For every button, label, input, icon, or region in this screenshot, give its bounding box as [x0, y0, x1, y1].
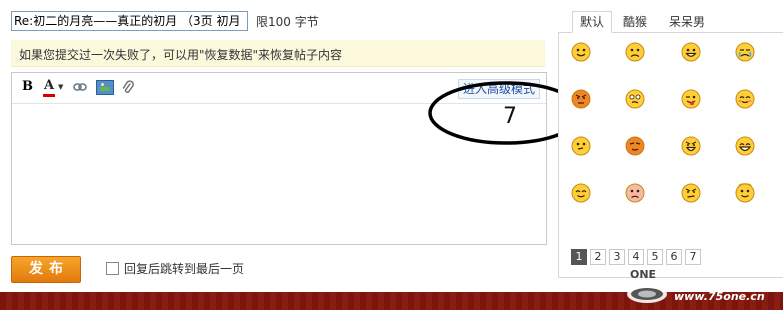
page-6[interactable]: 6	[666, 249, 682, 265]
jump-to-last-page-label[interactable]: 回复后跳转到最后一页	[124, 260, 244, 277]
tab-default[interactable]: 默认	[572, 11, 612, 33]
tab-daidainan[interactable]: 呆呆男	[662, 12, 712, 32]
font-color-swatch	[43, 94, 55, 97]
annotation-number: 7	[503, 104, 517, 129]
yell-icon[interactable]	[681, 136, 701, 156]
frown-icon[interactable]	[625, 42, 645, 62]
grin-icon[interactable]	[681, 42, 701, 62]
squint-icon[interactable]	[625, 136, 645, 156]
font-color-icon: A	[44, 78, 55, 93]
page-1[interactable]: 1	[571, 249, 587, 265]
emoji-panel: 默认 酷猴 呆呆男 1 2 3 4 5 6 7	[558, 10, 783, 278]
page-5[interactable]: 5	[647, 249, 663, 265]
tab-cool-monkey[interactable]: 酷猴	[618, 12, 652, 32]
subject-limit-note: 限100 字节	[256, 15, 319, 29]
link-button[interactable]	[73, 81, 87, 95]
restore-tip: 如果您提交过一次失败了，可以用"恢复数据"来恢复帖子内容	[11, 40, 545, 67]
page-3[interactable]: 3	[609, 249, 625, 265]
restore-tip-text: 如果您提交过一次失败了，可以用"恢复数据"来恢复帖子内容	[19, 48, 343, 62]
confused-icon[interactable]	[625, 89, 645, 109]
emoji-tabs: 默认 酷猴 呆呆男	[558, 10, 783, 33]
blush-icon[interactable]	[735, 89, 755, 109]
jump-to-last-page-checkbox[interactable]	[106, 262, 119, 275]
halo-icon[interactable]	[735, 183, 755, 203]
page-2[interactable]: 2	[590, 249, 606, 265]
attachment-button[interactable]	[122, 80, 134, 94]
subject-input[interactable]: Re:初二的月亮——真正的初月 （3页 初月	[11, 11, 248, 31]
chevron-down-icon: ▼	[58, 83, 64, 91]
paperclip-icon	[122, 80, 134, 93]
content-icon[interactable]	[571, 183, 591, 203]
thinking-icon[interactable]	[571, 136, 591, 156]
image-button[interactable]	[96, 80, 114, 95]
watermark-logo-text: ONE	[630, 268, 656, 281]
crying-icon[interactable]	[735, 42, 755, 62]
sad-icon[interactable]	[625, 183, 645, 203]
emoji-grid: 1 2 3 4 5 6 7	[558, 33, 783, 278]
link-icon	[73, 83, 87, 91]
smile-icon[interactable]	[571, 42, 591, 62]
bold-button[interactable]: B	[22, 79, 33, 94]
laugh-icon[interactable]	[735, 136, 755, 156]
watermark-logo: ONE	[627, 268, 667, 303]
watermark-text: www.75one.cn	[674, 290, 765, 303]
page-4[interactable]: 4	[628, 249, 644, 265]
font-color-button[interactable]: A ▼	[42, 78, 64, 97]
angry-icon[interactable]	[571, 89, 591, 109]
mad-icon[interactable]	[681, 183, 701, 203]
page-7[interactable]: 7	[685, 249, 701, 265]
tongue-icon[interactable]	[681, 89, 701, 109]
publish-button[interactable]: 发布	[11, 256, 81, 283]
